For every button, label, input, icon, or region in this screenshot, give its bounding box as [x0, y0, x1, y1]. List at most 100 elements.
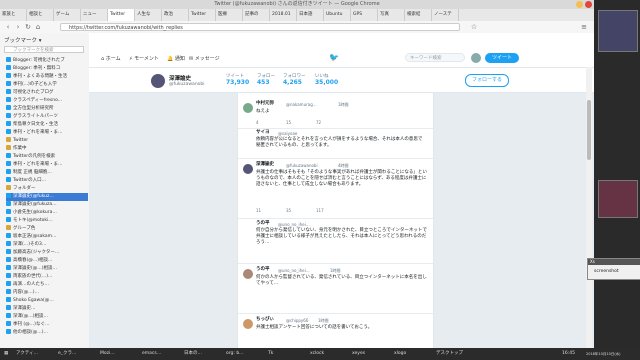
bookmark-item[interactable]: クラスペディーfresno...	[6, 97, 88, 105]
tab[interactable]: 人生な	[135, 9, 162, 21]
taskbar-item[interactable]: 日本の…	[182, 348, 204, 360]
reply-count[interactable]: 4	[256, 120, 259, 125]
home-icon[interactable]: ⌂	[34, 23, 42, 31]
bookmark-item[interactable]: 可視化されたブログ	[6, 89, 88, 97]
reply-count[interactable]: 11	[256, 208, 261, 213]
desktop-thumbnail[interactable]	[598, 180, 638, 218]
taskbar-item[interactable]: xeyes	[350, 348, 367, 360]
minimize-icon[interactable]	[576, 1, 583, 8]
bookmark-item[interactable]: Twitter	[6, 137, 88, 145]
tab[interactable]: 相談と	[27, 9, 54, 21]
back-icon[interactable]: ‹	[4, 23, 12, 31]
screenshot-window-title[interactable]: Xs	[588, 259, 640, 265]
bookmark-item[interactable]: 作業中	[6, 145, 88, 153]
taskbar-item[interactable]: xlogo	[392, 348, 408, 360]
twitter-search-input[interactable]: キーワード検索	[405, 53, 465, 62]
sidebar-title[interactable]: ブックマーク ▾	[4, 36, 42, 44]
bookmark-star-icon[interactable]: ☆	[470, 23, 478, 31]
tab[interactable]: 2018.01	[270, 9, 297, 21]
taskbar-item[interactable]: アクティ…	[14, 348, 40, 360]
bookmark-item[interactable]: 深澤論史(@…)相談…	[6, 265, 88, 273]
taskbar-item[interactable]: Tk	[266, 348, 275, 360]
bookmark-search-input[interactable]: ブックマークを検索	[4, 46, 84, 53]
like-count[interactable]: 72	[316, 120, 321, 125]
avatar[interactable]	[243, 319, 253, 329]
tweet-item[interactable]: うの平 @uno_no_ihei… 1時間 何かの人から監督されている、発信され…	[238, 263, 433, 314]
reload-icon[interactable]: ↻	[24, 23, 32, 31]
bookmark-item[interactable]: 坂本正浩(@sakam…	[6, 233, 88, 241]
avatar[interactable]	[243, 103, 253, 113]
stat-following[interactable]: フォロー 453	[257, 73, 275, 86]
bookmark-item[interactable]: 季刊・どれを来場・ま…	[6, 161, 88, 169]
nav-messages[interactable]: ✉ メッセージ	[189, 55, 220, 62]
bookmark-item[interactable]: 内容(@…)…	[6, 289, 88, 297]
bookmark-item[interactable]: Blogger: 季刊・無料コ	[6, 65, 88, 73]
tab[interactable]: 写真	[378, 9, 405, 21]
stat-tweets[interactable]: ツイート 73,930	[226, 73, 249, 86]
screenshot-window[interactable]: Xs screenshot	[587, 258, 640, 280]
bookmark-item[interactable]: 全方位型分析研究所	[6, 105, 88, 113]
bookmark-item[interactable]: Shoko Egawa(@…	[6, 297, 88, 305]
taskbar-item[interactable]: xclock	[308, 348, 326, 360]
tweet-author[interactable]: うの平	[256, 267, 270, 273]
taskbar-item[interactable]: emacs…	[140, 348, 163, 360]
tab[interactable]: Ubuntu	[324, 9, 351, 21]
bookmark-item[interactable]: モトキ(@motoki…	[6, 217, 88, 225]
tweet-button[interactable]: ツイート	[485, 53, 519, 63]
tweet-item[interactable]: ちっぴぃ @chippy66 1時間 弁護士相談アンケート回答についての話を書い…	[238, 313, 433, 348]
tab[interactable]: ノーステ	[432, 9, 459, 21]
profile-name[interactable]: 深澤諭史	[169, 74, 191, 82]
tweet-author[interactable]: サイヨ	[256, 130, 270, 136]
bookmark-item[interactable]: 季刊 (@…)なぐ…	[6, 321, 88, 329]
nav-moments[interactable]: ⚡ モーメント	[129, 55, 159, 62]
menu-icon[interactable]: ≡	[580, 23, 588, 31]
taskbar-item[interactable]: org: b…	[224, 348, 246, 360]
taskbar-menu-icon[interactable]: ▦	[2, 348, 10, 360]
tweet-author[interactable]: ちっぴぃ	[256, 317, 274, 323]
retweet-count[interactable]: 15	[286, 120, 291, 125]
tweet-item[interactable]: サイヨ @saiyoae 依頼内容が公になるとそれを言った人が損をするような場合…	[238, 128, 433, 159]
bookmark-item[interactable]: Blogger: 可視化されたブ	[6, 57, 88, 65]
tab-active[interactable]: Twitter	[108, 9, 135, 21]
tab[interactable]: 家族と	[0, 9, 27, 21]
nav-notifications[interactable]: 🔔 通知	[167, 55, 185, 62]
tab[interactable]: 記事の	[243, 9, 270, 21]
avatar[interactable]	[243, 269, 253, 279]
like-count[interactable]: 117	[316, 208, 324, 213]
bookmark-item[interactable]: 季刊(...)の子ども入学	[6, 81, 88, 89]
bookmark-item[interactable]: 深澤論史(@fukuza…	[6, 201, 88, 209]
taskbar-clock[interactable]: 16:45	[560, 348, 577, 360]
tweet-item[interactable]: 深澤諭史 @fukuzawanobi 4時間 弁護士の仕事はそもそも「そのような…	[238, 158, 433, 219]
bookmark-item[interactable]: 季刊・よくある問題・生活	[6, 73, 88, 81]
tab[interactable]: ニュー	[81, 9, 108, 21]
profile-avatar[interactable]	[151, 74, 165, 88]
bookmark-item[interactable]: Twitterの凡例を検索	[6, 153, 88, 161]
tab[interactable]: Twitter	[189, 9, 216, 21]
bookmark-item[interactable]: グラスライトルパーツ	[6, 113, 88, 121]
bookmark-item[interactable]: フォルダー	[6, 185, 88, 193]
tweet-author[interactable]: うの平	[256, 221, 270, 227]
bookmark-item[interactable]: 高橋春(@…)相談…	[6, 257, 88, 265]
nav-home[interactable]: ⌂ ホーム	[101, 55, 121, 62]
tab[interactable]: 日本語	[297, 9, 324, 21]
bookmark-item[interactable]: 深澤論史(@fukuz…	[6, 193, 88, 201]
forward-icon[interactable]: ›	[14, 23, 22, 31]
stat-likes[interactable]: いいね 35,000	[315, 73, 338, 86]
tweet-item[interactable]: 中村元弥 @nakamurag… 1時間 ねえよ 4 15 72	[238, 93, 433, 129]
tweet-item[interactable]: うの平 @uno_no_ihei… 何か自分から発信していない、身元を明かされた…	[238, 218, 433, 264]
user-avatar[interactable]	[471, 53, 481, 63]
taskbar-item[interactable]: Mozi…	[98, 348, 117, 360]
tab[interactable]: 検索結	[405, 9, 432, 21]
bookmark-item[interactable]: 他の相談(@…)…	[6, 329, 88, 337]
bookmark-item[interactable]: 季刊・どれを来場・ま…	[6, 129, 88, 137]
bookmark-item[interactable]: 加藤高志(ジャクター…	[6, 249, 88, 257]
bookmark-item[interactable]: 柴島尊ク日文化・生活	[6, 121, 88, 129]
taskbar-item[interactable]: デスクトップ	[434, 348, 465, 360]
stat-followers[interactable]: フォロワー 4,265	[283, 73, 306, 86]
tab[interactable]: ゲーム	[54, 9, 81, 21]
tab[interactable]: GPS	[351, 9, 378, 21]
retweet-count[interactable]: 35	[286, 208, 291, 213]
tab[interactable]: 医療	[216, 9, 243, 21]
bookmark-item[interactable]: 深澤論史…	[6, 305, 88, 313]
address-bar[interactable]: https://twitter.com/fukuzawanobi/with_re…	[60, 23, 460, 31]
